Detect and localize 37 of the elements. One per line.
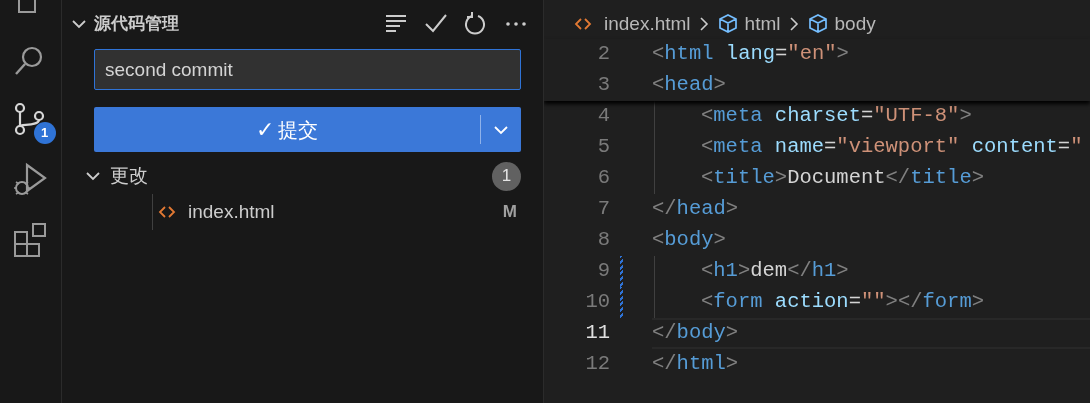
- bug-play-icon[interactable]: [12, 162, 49, 198]
- breadcrumb-item[interactable]: index.html: [604, 9, 691, 39]
- line-number: 10: [584, 289, 610, 316]
- commit-message-field[interactable]: second commit: [94, 49, 521, 90]
- code-line: <h1>dem</h1>: [701, 258, 849, 285]
- code-line: </head>: [652, 196, 739, 223]
- line-number: 5: [596, 134, 610, 161]
- breadcrumb-item[interactable]: html: [744, 9, 781, 39]
- count-badge: 1: [492, 161, 521, 191]
- commit-button[interactable]: ✓ 提交: [94, 107, 480, 152]
- code-line: </html>: [652, 351, 739, 378]
- code-line: <body>: [652, 227, 726, 254]
- line-number: 11: [584, 320, 610, 347]
- file-row[interactable]: index.html M: [152, 194, 543, 230]
- code-line: <head>: [652, 72, 726, 99]
- cube-icon: [716, 13, 739, 35]
- line-number: 2: [596, 41, 610, 68]
- line-number: 3: [596, 72, 610, 99]
- breadcrumb-item[interactable]: body: [834, 9, 876, 39]
- code-line: <form action=""></form>: [701, 289, 984, 316]
- line-number: 7: [596, 196, 610, 223]
- code-line: </body>: [652, 320, 739, 347]
- code-line: <meta name="viewport" content=": [701, 134, 1083, 161]
- code-line: <meta charset="UTF-8">: [701, 103, 972, 130]
- code-line: <html lang="en">: [652, 41, 849, 68]
- line-number: 6: [596, 165, 610, 192]
- line-number: 4: [596, 103, 610, 130]
- line-number: 9: [596, 258, 610, 285]
- extensions-icon[interactable]: [12, 222, 49, 258]
- section-label: 更改: [110, 163, 148, 188]
- code-line: <title>Document</title>: [701, 165, 984, 192]
- panel-title: 源代码管理: [94, 13, 179, 36]
- line-number: 8: [596, 227, 610, 254]
- cube-icon: [806, 13, 829, 35]
- line-number: 12: [584, 351, 610, 378]
- changes-header[interactable]: 更改 1: [62, 158, 543, 194]
- count-badge: 1: [33, 122, 56, 144]
